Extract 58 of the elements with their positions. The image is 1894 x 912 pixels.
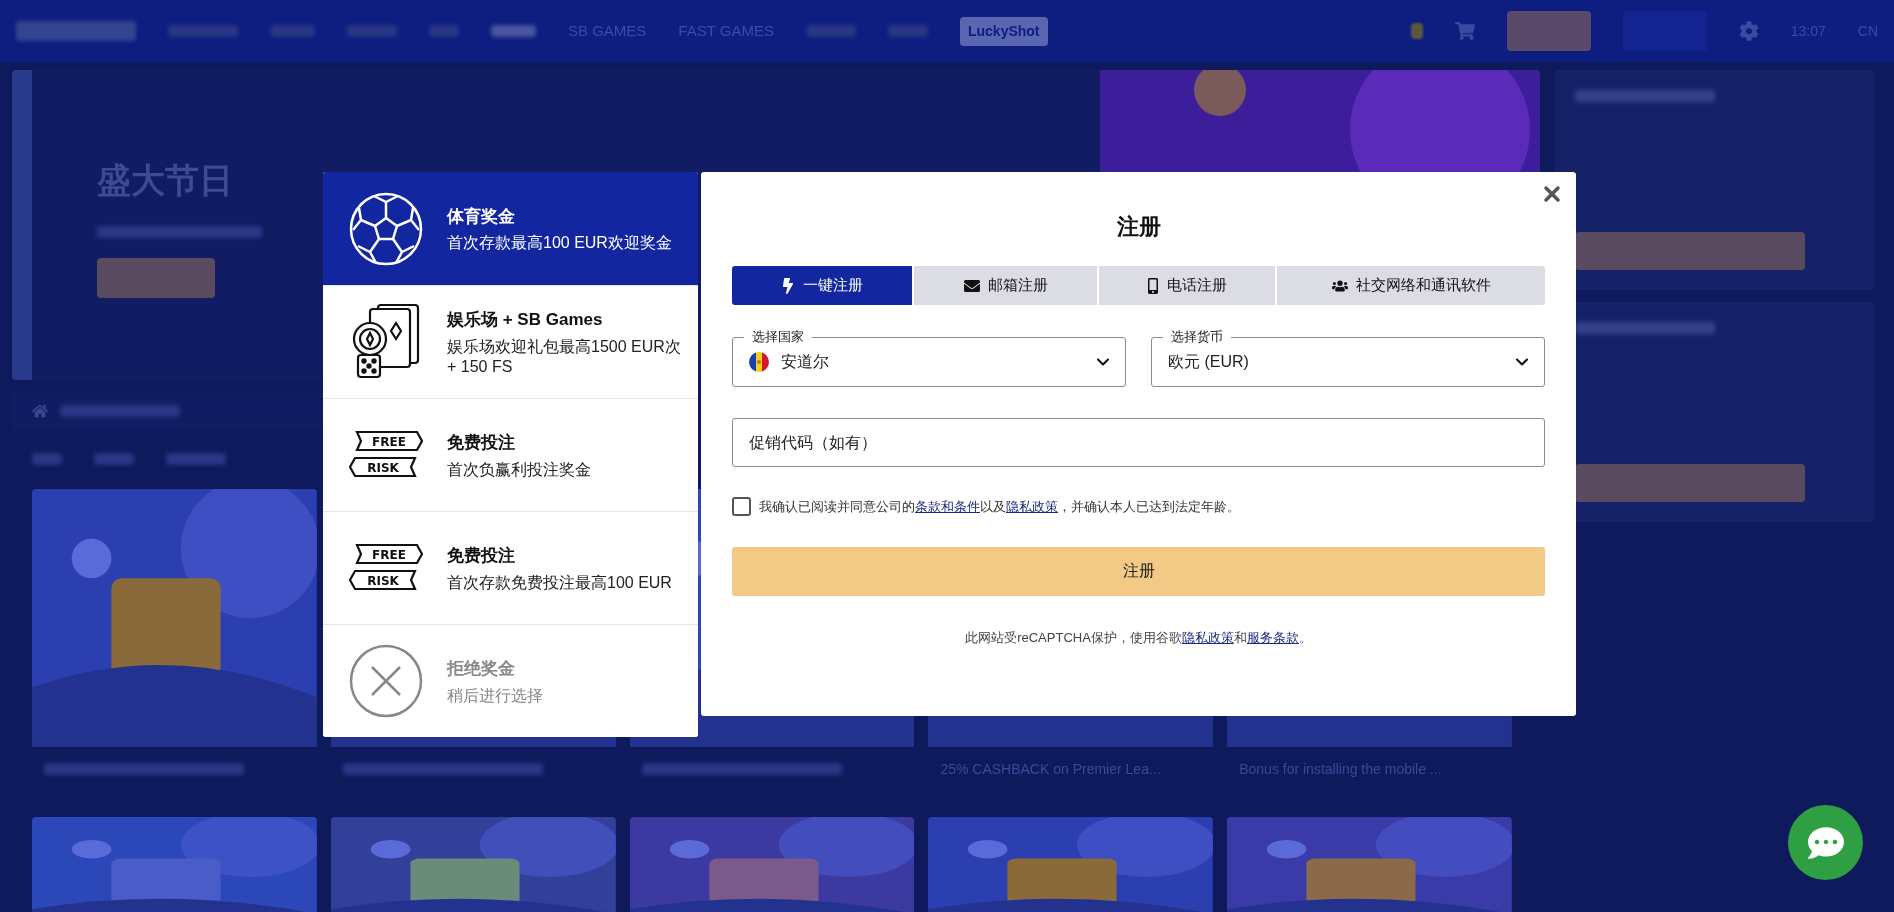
dialog-title: 注册 bbox=[1116, 213, 1161, 241]
register-tab[interactable]: 社交网络和通讯软件 bbox=[1277, 266, 1545, 305]
card-caption: 25% CASHBACK on Premier Lea... bbox=[940, 759, 1161, 779]
field-label: 选择国家 bbox=[744, 328, 812, 346]
decline-circle-icon bbox=[349, 644, 423, 718]
logo[interactable] bbox=[16, 21, 136, 41]
privacy-link[interactable]: 隐私政策 bbox=[1006, 499, 1058, 514]
select-value: 欧元 (EUR) bbox=[1168, 352, 1250, 372]
bonus-description: 稍后进行选择 bbox=[447, 685, 544, 706]
blurred-text bbox=[168, 25, 238, 37]
bonus-title: 免费投注 bbox=[447, 545, 516, 568]
terms-link[interactable]: 服务条款 bbox=[1246, 629, 1299, 645]
cart-icon[interactable] bbox=[1454, 21, 1475, 41]
blurred-text bbox=[887, 25, 928, 37]
bonus-title: 免费投注 bbox=[447, 432, 516, 455]
home-icon[interactable] bbox=[32, 402, 48, 419]
blurred-text bbox=[166, 453, 226, 465]
blurred-text bbox=[429, 25, 459, 37]
bonus-description: 首次存款最高100 EUR欢迎奖金 bbox=[447, 233, 673, 254]
bonus-title: 拒绝奖金 bbox=[447, 658, 516, 681]
bonus-option[interactable]: 拒绝奖金 稍后进行选择 bbox=[323, 624, 698, 737]
bonus-title: 体育奖金 bbox=[447, 205, 516, 228]
chat-bubble-icon bbox=[1807, 824, 1844, 861]
casino-cards-icon bbox=[350, 303, 422, 381]
consent-checkbox[interactable] bbox=[732, 497, 751, 517]
consent-text: 我确认已阅读并同意公司的条款和条件以及隐私政策，并确认本人已达到法定年龄。 bbox=[759, 498, 1240, 516]
lightning-icon bbox=[781, 277, 795, 294]
recaptcha-note: 此网站受reCAPTCHA保护，使用谷歌隐私政策和服务条款。 bbox=[965, 628, 1312, 647]
select-value: 安道尔 bbox=[781, 352, 830, 372]
promo-code-field[interactable]: 促销代码（如有） bbox=[732, 418, 1545, 467]
bonus-option[interactable]: 体育奖金 首次存款最高100 EUR欢迎奖金 bbox=[323, 172, 698, 285]
bonus-description: 娱乐场欢迎礼包最高1500 EUR次 + 150 FS bbox=[447, 336, 682, 377]
card-caption: Bonus for installing the mobile ... bbox=[1239, 759, 1442, 779]
blurred-button[interactable] bbox=[97, 258, 215, 298]
register-tab[interactable]: 一键注册 bbox=[732, 266, 912, 305]
blurred-button[interactable] bbox=[1575, 232, 1805, 270]
blurred-button[interactable] bbox=[1575, 464, 1805, 502]
blurred-text bbox=[491, 25, 536, 37]
blurred-text bbox=[805, 25, 856, 37]
register-button[interactable]: 注册 bbox=[732, 546, 1545, 596]
terms-link[interactable]: 条款和条件 bbox=[915, 499, 980, 514]
bonus-description: 首次存款免费投注最高100 EUR bbox=[447, 572, 673, 593]
field-label: 选择货币 bbox=[1163, 328, 1231, 346]
soccer-ball-icon bbox=[349, 191, 423, 266]
blurred-text bbox=[270, 25, 315, 37]
blurred-text bbox=[347, 25, 397, 37]
phone-icon bbox=[1147, 277, 1159, 294]
privacy-link[interactable]: 隐私政策 bbox=[1181, 629, 1234, 645]
envelope-icon bbox=[963, 277, 980, 294]
settings-icon[interactable] bbox=[1738, 21, 1759, 41]
blurred-text bbox=[32, 453, 62, 465]
bonus-title: 娱乐场 + SB Games bbox=[447, 309, 604, 332]
flag-icon bbox=[749, 352, 769, 372]
bonus-description: 首次负赢利投注奖金 bbox=[447, 459, 592, 480]
blurred-button[interactable] bbox=[1506, 11, 1591, 51]
blurred-text bbox=[94, 453, 134, 465]
register-tab[interactable]: 邮箱注册 bbox=[914, 266, 1097, 305]
register-tab[interactable]: 电话注册 bbox=[1099, 266, 1275, 305]
